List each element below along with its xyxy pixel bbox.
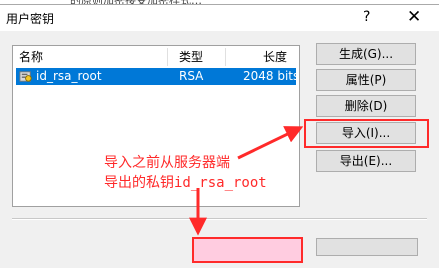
arrow-to-import [237, 126, 304, 160]
annotation-arrows [189, 126, 304, 236]
